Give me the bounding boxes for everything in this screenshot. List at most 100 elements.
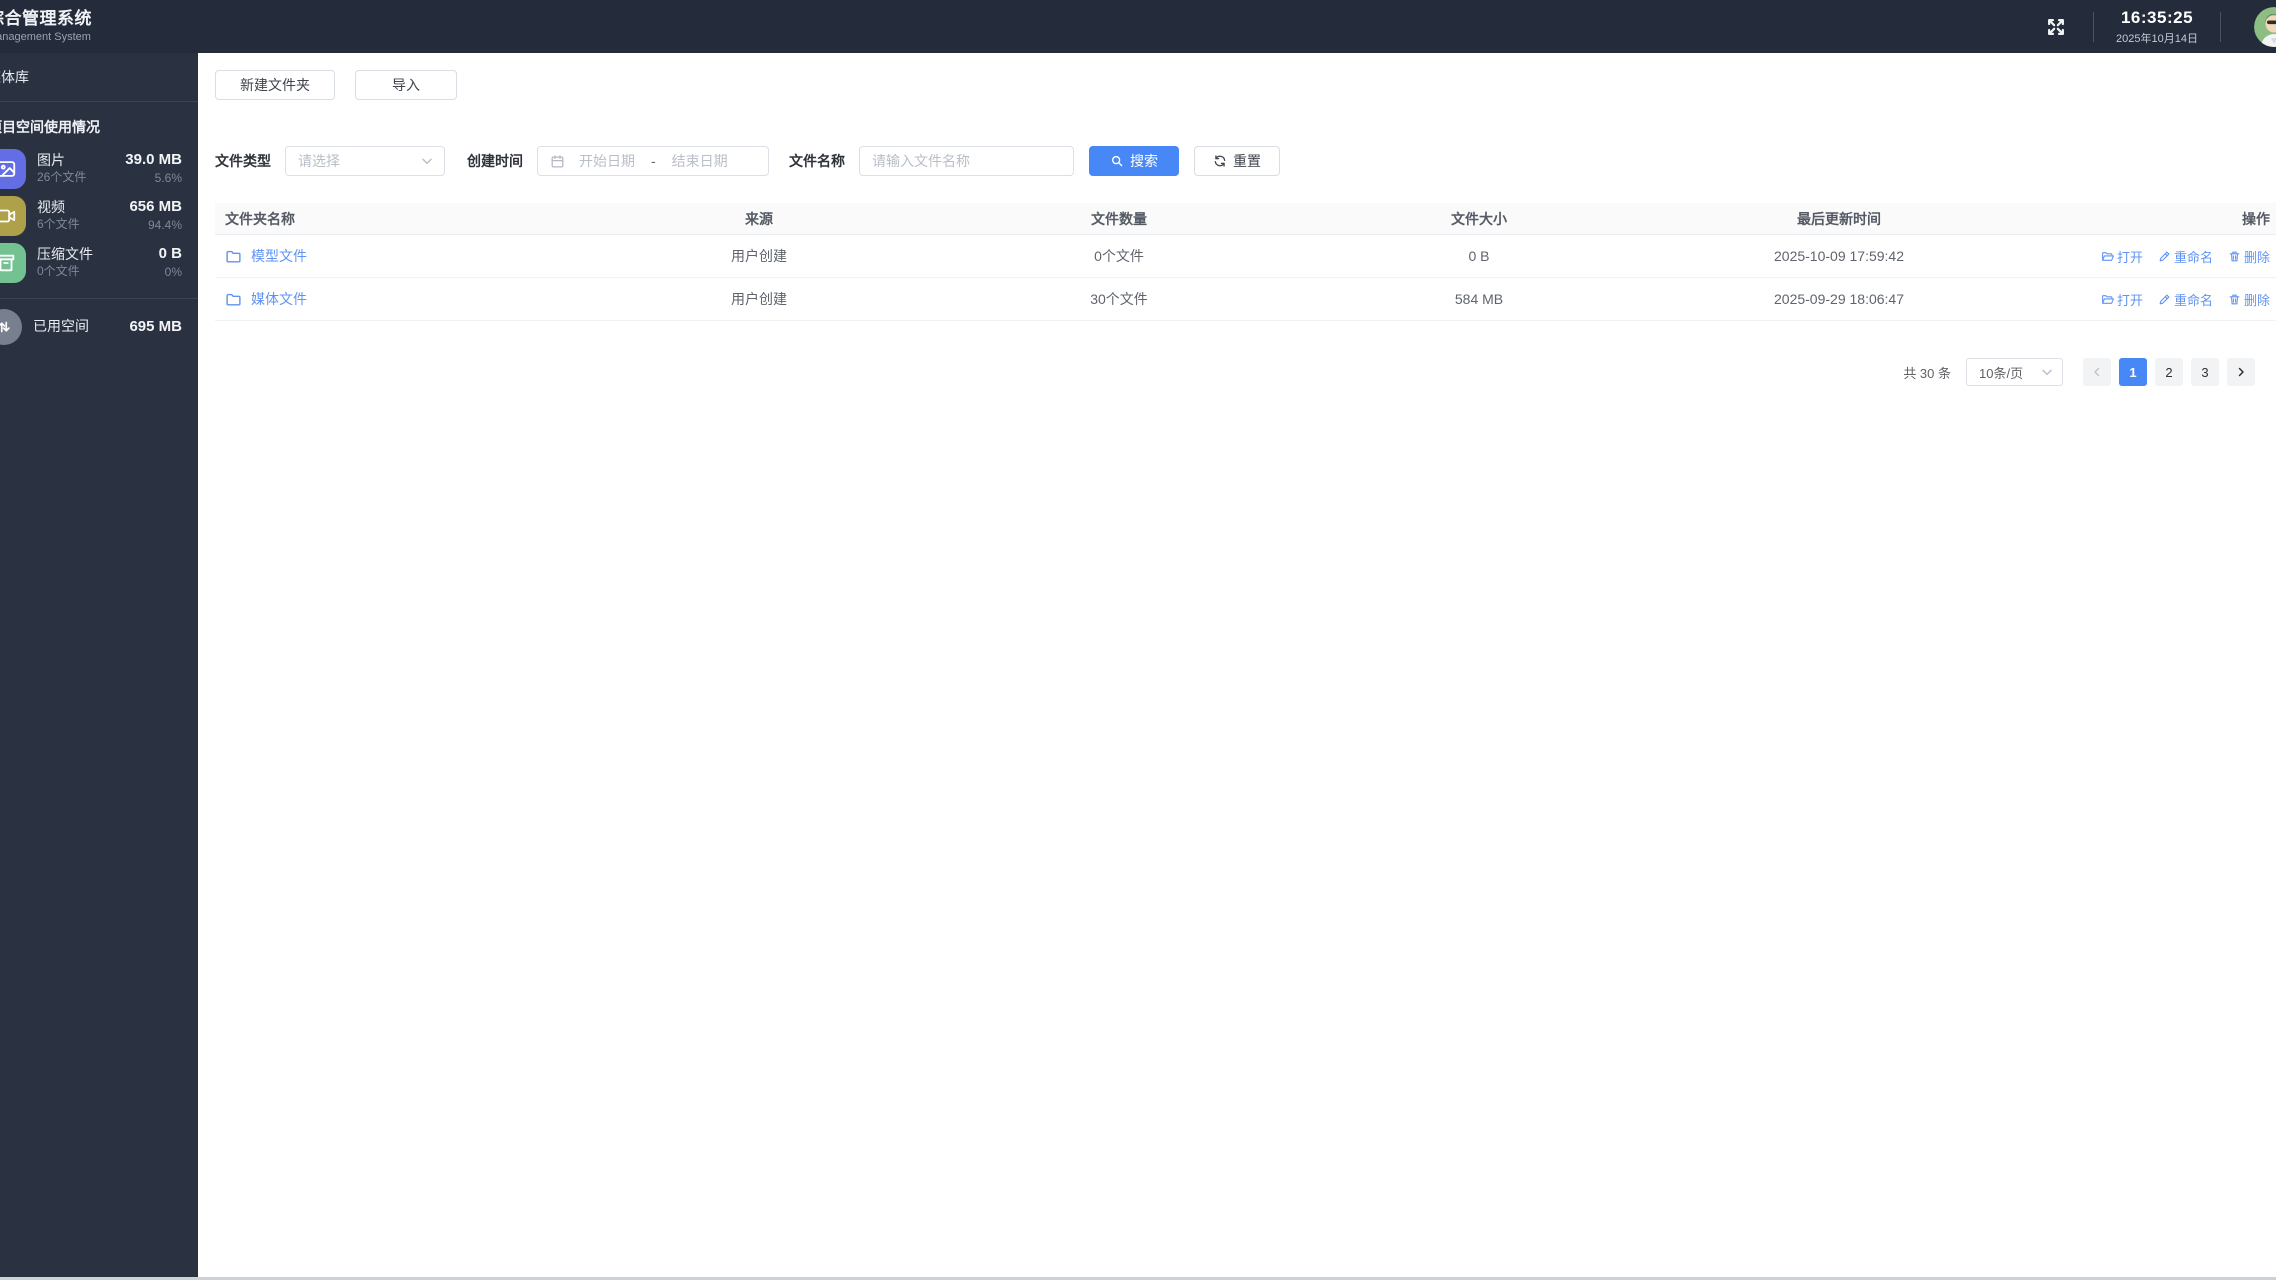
cell-file-size: 0 B — [1468, 248, 1490, 264]
start-date-input[interactable] — [565, 153, 649, 169]
usage-percent: 0% — [164, 264, 182, 279]
cell-updated: 2025-09-29 18:06:47 — [1774, 291, 1904, 307]
header-right: 16:35:25 2025年10月14日 — [2045, 0, 2276, 53]
usage-label: 视频 — [37, 198, 65, 215]
delete-action[interactable]: 删除 — [2228, 247, 2270, 266]
clock: 16:35:25 2025年10月14日 — [2109, 8, 2205, 46]
folder-name-link[interactable]: 媒体文件 — [251, 289, 307, 309]
folder-icon — [226, 293, 241, 306]
sidebar-item-label: 媒体库 — [0, 69, 29, 85]
edit-icon — [2159, 294, 2170, 304]
storage-icon — [0, 309, 22, 345]
cell-file-size: 584 MB — [1454, 291, 1504, 307]
import-button[interactable]: 导入 — [355, 70, 457, 100]
rename-action[interactable]: 重命名 — [2158, 290, 2213, 309]
col-folder-name: 文件夹名称 — [225, 210, 295, 227]
next-page-button[interactable] — [2227, 358, 2255, 386]
header-divider — [2093, 11, 2094, 42]
filter-bar: 文件类型 创建时间 - 文件名称 搜索 重置 — [215, 146, 1280, 176]
search-button[interactable]: 搜索 — [1089, 146, 1179, 176]
prev-page-button[interactable] — [2083, 358, 2111, 386]
chevron-left-icon — [2094, 367, 2100, 377]
main-content: 新建文件夹 导入 文件类型 创建时间 - 文件名称 搜索 重置 — [198, 53, 2276, 1277]
cell-updated: 2025-10-09 17:59:42 — [1774, 248, 1904, 264]
video-icon — [0, 195, 26, 236]
pagination: 共 30 条 10条/页 1 2 3 — [1903, 358, 2255, 386]
page-button-2[interactable]: 2 — [2155, 358, 2183, 386]
page-size-value: 10条/页 — [1979, 365, 2024, 381]
cell-file-count: 30个文件 — [1090, 291, 1148, 307]
folders-table: 文件夹名称 来源 文件数量 文件大小 最后更新时间 操作 模型文件 用户创建 0… — [215, 203, 2276, 321]
usage-size: 39.0 MB — [125, 151, 182, 169]
reset-button-label: 重置 — [1233, 153, 1261, 169]
page-button-1[interactable]: 1 — [2119, 358, 2147, 386]
folder-name-link[interactable]: 模型文件 — [251, 246, 307, 266]
usage-label: 压缩文件 — [37, 245, 93, 262]
app-subtitle: Management System — [0, 30, 91, 43]
fullscreen-icon[interactable] — [2045, 16, 2067, 38]
file-type-select[interactable] — [285, 146, 445, 176]
delete-action[interactable]: 删除 — [2228, 290, 2270, 309]
usage-count: 0个文件 — [37, 264, 80, 279]
image-icon — [0, 148, 26, 189]
end-date-input[interactable] — [657, 153, 742, 169]
file-type-label: 文件类型 — [215, 153, 271, 169]
folder-open-icon — [2102, 251, 2114, 261]
new-folder-button[interactable]: 新建文件夹 — [215, 70, 335, 100]
toolbar: 新建文件夹 导入 — [215, 70, 457, 100]
rename-action[interactable]: 重命名 — [2158, 247, 2213, 266]
trash-icon — [2229, 251, 2240, 261]
file-name-field[interactable] — [859, 146, 1074, 176]
search-icon — [1111, 155, 1123, 167]
file-name-input[interactable] — [872, 153, 1061, 169]
archive-icon — [0, 242, 26, 283]
sidebar-item-media-library[interactable]: 媒体库 — [0, 53, 198, 102]
usage-panel-title: 项目空间使用情况 — [0, 119, 100, 135]
cell-source: 用户创建 — [731, 291, 787, 307]
header-divider — [2220, 11, 2221, 42]
date-range-picker[interactable]: - — [537, 146, 769, 176]
usage-label: 图片 — [37, 151, 65, 168]
table-row: 媒体文件 用户创建 30个文件 584 MB 2025-09-29 18:06:… — [215, 278, 2276, 321]
usage-size: 0 B — [158, 245, 182, 263]
open-action[interactable]: 打开 — [2101, 247, 2143, 266]
cell-file-count: 0个文件 — [1094, 248, 1144, 264]
date-separator: - — [651, 153, 656, 169]
file-type-select-value[interactable] — [298, 153, 420, 169]
col-updated: 最后更新时间 — [1797, 210, 1881, 227]
reset-button[interactable]: 重置 — [1194, 146, 1280, 176]
chevron-down-icon — [2042, 369, 2052, 376]
used-space-row: 已用空间 695 MB — [0, 299, 198, 355]
edit-icon — [2159, 251, 2170, 261]
used-space-label: 已用空间 — [33, 318, 89, 335]
usage-size: 656 MB — [129, 198, 182, 216]
user-avatar[interactable] — [2254, 6, 2276, 47]
col-source: 来源 — [745, 210, 773, 227]
app-title: 综合管理系统 — [0, 9, 92, 29]
clock-time: 16:35:25 — [2120, 7, 2194, 27]
chevron-right-icon — [2238, 367, 2244, 377]
open-action[interactable]: 打开 — [2101, 290, 2143, 309]
calendar-icon — [551, 154, 564, 167]
usage-item-videos: 视频 6个文件 656 MB 94.4% — [0, 192, 198, 239]
brand: 综合管理系统 Management System — [0, 9, 92, 43]
col-file-count: 文件数量 — [1091, 210, 1147, 227]
usage-percent: 5.6% — [154, 170, 182, 185]
table-header-row: 文件夹名称 来源 文件数量 文件大小 最后更新时间 操作 — [215, 203, 2276, 235]
col-file-size: 文件大小 — [1451, 210, 1507, 227]
sidebar: 媒体库 项目空间使用情况 图片 26个文件 39.0 MB 5.6% 视频 6个… — [0, 53, 198, 1277]
usage-percent: 94.4% — [147, 217, 182, 232]
used-space-size: 695 MB — [129, 317, 182, 335]
trash-icon — [2229, 294, 2240, 304]
page-button-3[interactable]: 3 — [2191, 358, 2219, 386]
page-size-select[interactable]: 10条/页 — [1966, 358, 2063, 386]
create-time-label: 创建时间 — [467, 153, 523, 169]
file-name-label: 文件名称 — [789, 153, 845, 169]
refresh-icon — [1214, 155, 1226, 167]
usage-item-images: 图片 26个文件 39.0 MB 5.6% — [0, 145, 198, 192]
cell-source: 用户创建 — [731, 248, 787, 264]
chevron-down-icon — [422, 158, 432, 165]
search-button-label: 搜索 — [1130, 153, 1158, 169]
table-row: 模型文件 用户创建 0个文件 0 B 2025-10-09 17:59:42 打… — [215, 235, 2276, 278]
folder-icon — [226, 250, 241, 263]
